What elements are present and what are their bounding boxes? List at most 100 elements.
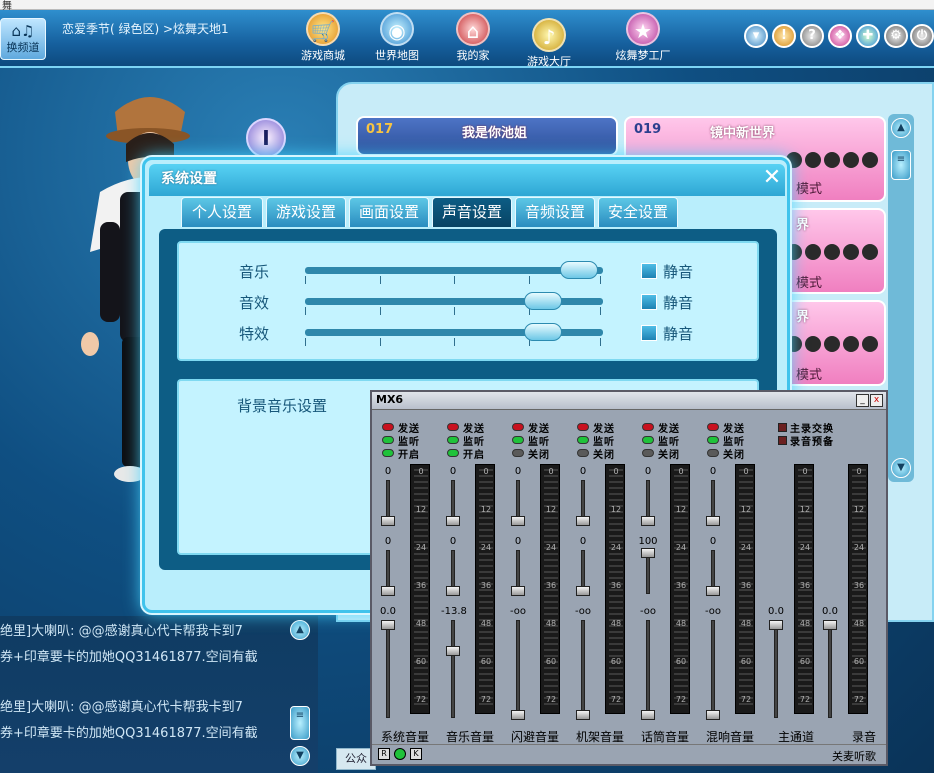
plus-icon[interactable]: ✚ xyxy=(856,24,880,48)
tab-personal[interactable]: 个人设置 xyxy=(181,197,263,227)
fader-handle[interactable] xyxy=(381,586,395,596)
level-meter: 0 12 24 36 48 60 72 xyxy=(475,464,495,714)
channel-name: 机架音量 xyxy=(575,730,624,744)
music-slider-handle[interactable] xyxy=(560,261,599,279)
master-fader-handle[interactable] xyxy=(769,620,783,630)
fader-track[interactable] xyxy=(581,620,585,718)
fader-handle[interactable] xyxy=(381,620,395,630)
minimize-icon[interactable]: _ xyxy=(856,394,869,407)
fader-track[interactable] xyxy=(646,620,650,718)
led-indicator[interactable] xyxy=(512,449,524,457)
option-label: 录音预备 xyxy=(790,437,834,448)
led-indicator[interactable] xyxy=(642,436,654,444)
gear-icon[interactable]: ⚙ xyxy=(884,24,908,48)
led-indicator[interactable] xyxy=(382,436,394,444)
level-meter: 0 12 24 36 48 60 72 xyxy=(735,464,755,714)
gift-icon[interactable]: ❖ xyxy=(828,24,852,48)
record-fader-handle[interactable] xyxy=(823,620,837,630)
room-list-scrollbar[interactable]: ▲ ≡ ▼ xyxy=(888,114,914,482)
k-button[interactable]: K xyxy=(410,748,422,760)
fader-handle[interactable] xyxy=(641,548,655,558)
fader-handle[interactable] xyxy=(446,646,460,656)
scroll-up-icon[interactable]: ▲ xyxy=(290,620,310,640)
help-icon[interactable]: ? xyxy=(800,24,824,48)
tab-game[interactable]: 游戏设置 xyxy=(266,197,346,227)
meter-tick-label: 12 xyxy=(853,505,865,514)
scroll-down-icon[interactable]: ▼ xyxy=(891,458,911,478)
record-ready-checkbox[interactable] xyxy=(778,436,787,445)
r-button[interactable]: R xyxy=(378,748,390,760)
music-slider-track[interactable] xyxy=(305,267,603,274)
fader-track[interactable] xyxy=(451,620,455,718)
slider-ticks xyxy=(305,276,603,284)
nav-shop[interactable]: 🛒 游戏商城 xyxy=(282,12,364,64)
fader-track[interactable] xyxy=(711,620,715,718)
mixer-titlebar: MX6 _ x xyxy=(372,392,886,410)
fader-handle[interactable] xyxy=(446,516,460,526)
nav-dream-factory[interactable]: ★ 炫舞梦工厂 xyxy=(600,12,686,64)
record-fader-track[interactable] xyxy=(828,620,832,718)
led-indicator[interactable] xyxy=(577,436,589,444)
scroll-down-icon[interactable]: ▼ xyxy=(290,746,310,766)
led-indicator[interactable] xyxy=(707,449,719,457)
fader-handle[interactable] xyxy=(576,516,590,526)
chat-scrollbar[interactable]: ▲ ≡ ▼ xyxy=(288,618,312,768)
led-indicator[interactable] xyxy=(382,423,394,431)
meter-tick-label: 12 xyxy=(610,505,622,514)
fader-handle[interactable] xyxy=(706,516,720,526)
fader-handle[interactable] xyxy=(641,710,655,720)
room-card-017[interactable]: 017 我是你池姐 xyxy=(356,116,618,156)
led-indicator[interactable] xyxy=(512,436,524,444)
scroll-up-icon[interactable]: ▲ xyxy=(891,118,911,138)
fader-handle[interactable] xyxy=(706,710,720,720)
effects-mute-checkbox[interactable] xyxy=(641,325,657,341)
close-icon[interactable]: x xyxy=(870,394,883,407)
led-indicator[interactable] xyxy=(642,449,654,457)
led-indicator[interactable] xyxy=(382,449,394,457)
fader-handle[interactable] xyxy=(641,516,655,526)
scroll-thumb[interactable]: ≡ xyxy=(290,706,310,740)
fader-handle[interactable] xyxy=(511,516,525,526)
sfx-slider-handle[interactable] xyxy=(524,292,563,310)
tab-sound[interactable]: 声音设置 xyxy=(432,197,512,227)
led-indicator[interactable] xyxy=(642,423,654,431)
close-icon[interactable]: ✕ xyxy=(761,167,783,190)
tab-security[interactable]: 安全设置 xyxy=(598,197,678,227)
led-indicator[interactable] xyxy=(447,449,459,457)
fader-track[interactable] xyxy=(516,620,520,718)
led-indicator[interactable] xyxy=(707,436,719,444)
fader-handle[interactable] xyxy=(576,710,590,720)
meter-tick-label: 60 xyxy=(480,657,492,666)
led-indicator[interactable] xyxy=(577,423,589,431)
fader-handle[interactable] xyxy=(446,586,460,596)
fader-handle[interactable] xyxy=(511,586,525,596)
master-swap-checkbox[interactable] xyxy=(778,423,787,432)
meter-tick-label: 0 xyxy=(483,467,489,476)
scroll-thumb[interactable]: ≡ xyxy=(891,150,911,180)
power-icon[interactable]: ⏻ xyxy=(910,24,934,48)
led-indicator[interactable] xyxy=(447,423,459,431)
effects-slider-handle[interactable] xyxy=(524,323,563,341)
alert-icon[interactable]: ! xyxy=(772,24,796,48)
switch-channel-button[interactable]: ⌂♫ 换频道 xyxy=(0,18,46,60)
fader-handle[interactable] xyxy=(511,710,525,720)
music-mute-checkbox[interactable] xyxy=(641,263,657,279)
nav-world-map[interactable]: ◉ 世界地图 xyxy=(356,12,438,64)
fader-handle[interactable] xyxy=(381,516,395,526)
fader-handle[interactable] xyxy=(576,586,590,596)
led-indicator[interactable] xyxy=(577,449,589,457)
led-indicator[interactable] xyxy=(447,436,459,444)
led-indicator[interactable] xyxy=(707,423,719,431)
house-icon: ⌂ xyxy=(456,12,490,46)
tab-display[interactable]: 画面设置 xyxy=(349,197,429,227)
sfx-mute-checkbox[interactable] xyxy=(641,294,657,310)
nav-lobby[interactable]: ♪ 游戏大厅 xyxy=(508,18,590,70)
fader-track[interactable] xyxy=(386,620,390,718)
nav-my-home[interactable]: ⌂ 我的家 xyxy=(432,12,514,64)
master-fader-track[interactable] xyxy=(774,620,778,718)
dropdown-icon[interactable]: ▾ xyxy=(744,24,768,48)
status-led[interactable] xyxy=(394,748,406,760)
tab-audio[interactable]: 音频设置 xyxy=(515,197,595,227)
led-indicator[interactable] xyxy=(512,423,524,431)
fader-handle[interactable] xyxy=(706,586,720,596)
